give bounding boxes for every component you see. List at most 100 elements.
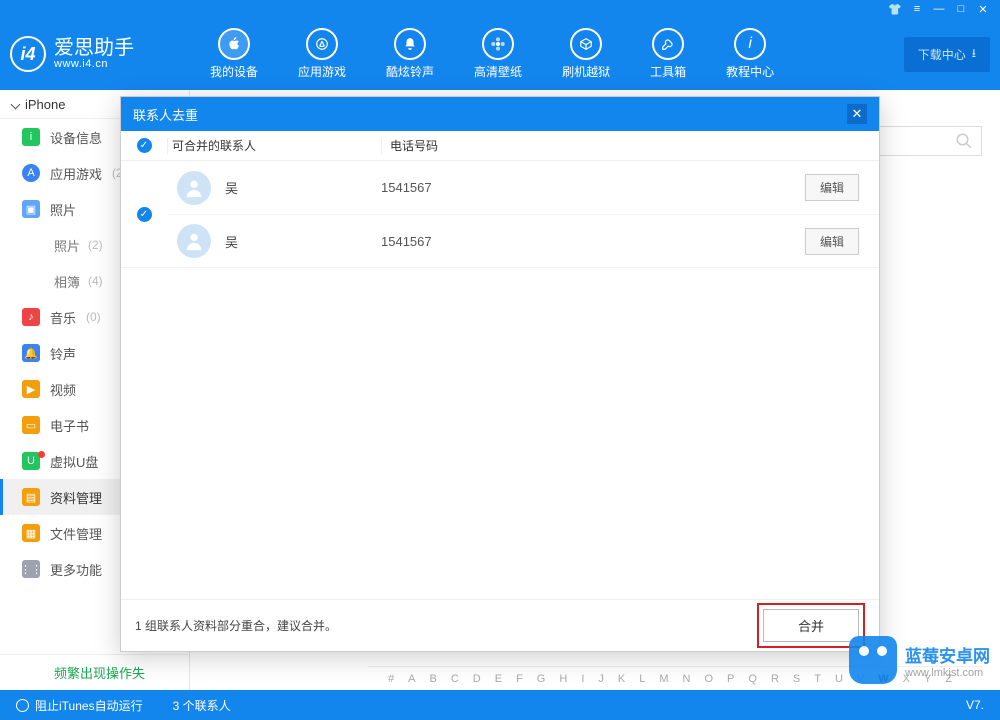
- contact-phone: 1541567: [381, 234, 805, 249]
- sidebar-count: (2): [88, 238, 103, 252]
- tshirt-icon[interactable]: 👕: [888, 2, 902, 16]
- nav-label: 工具箱: [650, 63, 686, 80]
- alpha-letter[interactable]: L: [639, 673, 645, 685]
- status-itunes-toggle[interactable]: 阻止iTunes自动运行: [16, 697, 143, 714]
- nav-label: 我的设备: [210, 63, 258, 80]
- contact-row: 吴 1541567 编辑: [167, 161, 879, 214]
- sidebar-label: 更多功能: [50, 560, 102, 579]
- nav-label: 应用游戏: [298, 63, 346, 80]
- sidebar-label: 音乐: [50, 308, 76, 327]
- alpha-letter[interactable]: T: [814, 673, 821, 685]
- nav-apps-games[interactable]: 应用游戏: [298, 28, 346, 80]
- alpha-letter[interactable]: N: [683, 673, 691, 685]
- brand-name-cn: 爱思助手: [54, 38, 134, 58]
- close-window-icon[interactable]: ✕: [976, 2, 990, 16]
- sidebar-label: 照片: [50, 200, 76, 219]
- alpha-letter[interactable]: E: [495, 673, 502, 685]
- column-phone: 电话号码: [381, 138, 879, 154]
- sidebar-item-frequent-error[interactable]: 频繁出现操作失: [0, 654, 189, 690]
- alpha-letter[interactable]: G: [537, 673, 546, 685]
- watermark: 蓝莓安卓网 www.lmkjst.com: [849, 636, 990, 684]
- modal-column-headers: ✓ 可合并的联系人 电话号码: [121, 131, 879, 161]
- merge-button[interactable]: 合并: [763, 609, 859, 642]
- contact-phone: 1541567: [381, 180, 805, 195]
- alpha-letter[interactable]: S: [793, 673, 800, 685]
- box-icon: [570, 28, 602, 60]
- flower-icon: [482, 28, 514, 60]
- info-icon: i: [734, 28, 766, 60]
- nav-label: 刷机越狱: [562, 63, 610, 80]
- nav-toolbox[interactable]: 工具箱: [650, 28, 686, 80]
- minimize-icon[interactable]: —: [932, 2, 946, 16]
- alpha-letter[interactable]: U: [835, 673, 843, 685]
- app-header: i4 爱思助手 www.i4.cn 我的设备 应用游戏 酷炫铃声 高清壁纸: [0, 18, 1000, 90]
- nav-ringtones[interactable]: 酷炫铃声: [386, 28, 434, 80]
- status-version: V7.: [966, 698, 984, 712]
- edit-contact-button[interactable]: 编辑: [805, 174, 859, 201]
- wrench-icon: [652, 28, 684, 60]
- nav-label: 酷炫铃声: [386, 63, 434, 80]
- modal-header: 联系人去重 ✕: [121, 97, 879, 131]
- avatar-icon: [177, 224, 211, 258]
- alpha-letter[interactable]: F: [516, 673, 523, 685]
- alpha-letter[interactable]: M: [659, 673, 668, 685]
- book-icon: ▭: [22, 416, 40, 434]
- nav-wallpapers[interactable]: 高清壁纸: [474, 28, 522, 80]
- photos-icon: ▣: [22, 200, 40, 218]
- avatar-icon: [177, 171, 211, 205]
- alpha-letter[interactable]: J: [598, 673, 604, 685]
- info-circle-icon: i: [22, 128, 40, 146]
- alpha-letter[interactable]: K: [618, 673, 625, 685]
- sidebar-label: 文件管理: [50, 524, 102, 543]
- group-checkbox[interactable]: ✓: [137, 207, 152, 222]
- alpha-letter[interactable]: C: [451, 673, 459, 685]
- modal-body: ✓ 吴 1541567 编辑 吴 1541567 编辑: [121, 161, 879, 599]
- modal-title: 联系人去重: [133, 105, 198, 124]
- folder-icon: ▦: [22, 524, 40, 542]
- alpha-letter[interactable]: P: [727, 673, 734, 685]
- sidebar-label: 虚拟U盘: [50, 452, 98, 471]
- modal-close-button[interactable]: ✕: [847, 104, 867, 124]
- data-icon: ▤: [22, 488, 40, 506]
- sidebar-label: 资料管理: [50, 488, 102, 507]
- bell-small-icon: 🔔: [22, 344, 40, 362]
- alpha-letter[interactable]: D: [473, 673, 481, 685]
- sidebar-count: (0): [86, 310, 101, 324]
- nav-label: 教程中心: [726, 63, 774, 80]
- watermark-robot-icon: [849, 636, 897, 684]
- grid-icon: ⋮⋮: [22, 560, 40, 578]
- alpha-letter[interactable]: #: [388, 673, 394, 685]
- sidebar-label: 应用游戏: [50, 164, 102, 183]
- status-itunes-label: 阻止iTunes自动运行: [35, 699, 143, 713]
- contact-row: 吴 1541567 编辑: [167, 214, 879, 267]
- download-icon: ⭳: [972, 44, 976, 65]
- alpha-letter[interactable]: A: [408, 673, 415, 685]
- menu-icon[interactable]: ≡: [910, 2, 924, 16]
- alpha-letter[interactable]: O: [704, 673, 713, 685]
- edit-contact-button[interactable]: 编辑: [805, 228, 859, 255]
- alpha-letter[interactable]: R: [771, 673, 779, 685]
- alpha-letter[interactable]: B: [429, 673, 436, 685]
- nav-my-device[interactable]: 我的设备: [210, 28, 258, 80]
- select-all-checkbox[interactable]: ✓: [137, 138, 152, 153]
- chevron-down-icon: [11, 99, 21, 109]
- alpha-letter[interactable]: H: [559, 673, 567, 685]
- dedupe-modal: 联系人去重 ✕ ✓ 可合并的联系人 电话号码 ✓ 吴 1541567 编辑: [120, 96, 880, 652]
- watermark-url: www.lmkjst.com: [905, 667, 990, 679]
- alpha-letter[interactable]: I: [581, 673, 584, 685]
- maximize-icon[interactable]: □: [954, 2, 968, 16]
- alpha-letter[interactable]: Q: [748, 673, 757, 685]
- brand-logo: i4 爱思助手 www.i4.cn: [10, 36, 200, 72]
- nav-tutorials[interactable]: i 教程中心: [726, 28, 774, 80]
- logo-mark-icon: i4: [10, 36, 46, 72]
- status-bar: 阻止iTunes自动运行 3 个联系人 V7.: [0, 690, 1000, 720]
- title-bar: 👕 ≡ — □ ✕: [0, 0, 1000, 18]
- modal-overlay: 联系人去重 ✕ ✓ 可合并的联系人 电话号码 ✓ 吴 1541567 编辑: [0, 0, 1000, 720]
- status-contact-count: 3 个联系人: [173, 697, 231, 714]
- nav-label: 高清壁纸: [474, 63, 522, 80]
- download-center-button[interactable]: 下载中心 ⭳: [904, 37, 990, 72]
- sidebar-count: (4): [88, 274, 103, 288]
- notification-dot-icon: [38, 451, 45, 458]
- bell-icon: [394, 28, 426, 60]
- nav-flash-jailbreak[interactable]: 刷机越狱: [562, 28, 610, 80]
